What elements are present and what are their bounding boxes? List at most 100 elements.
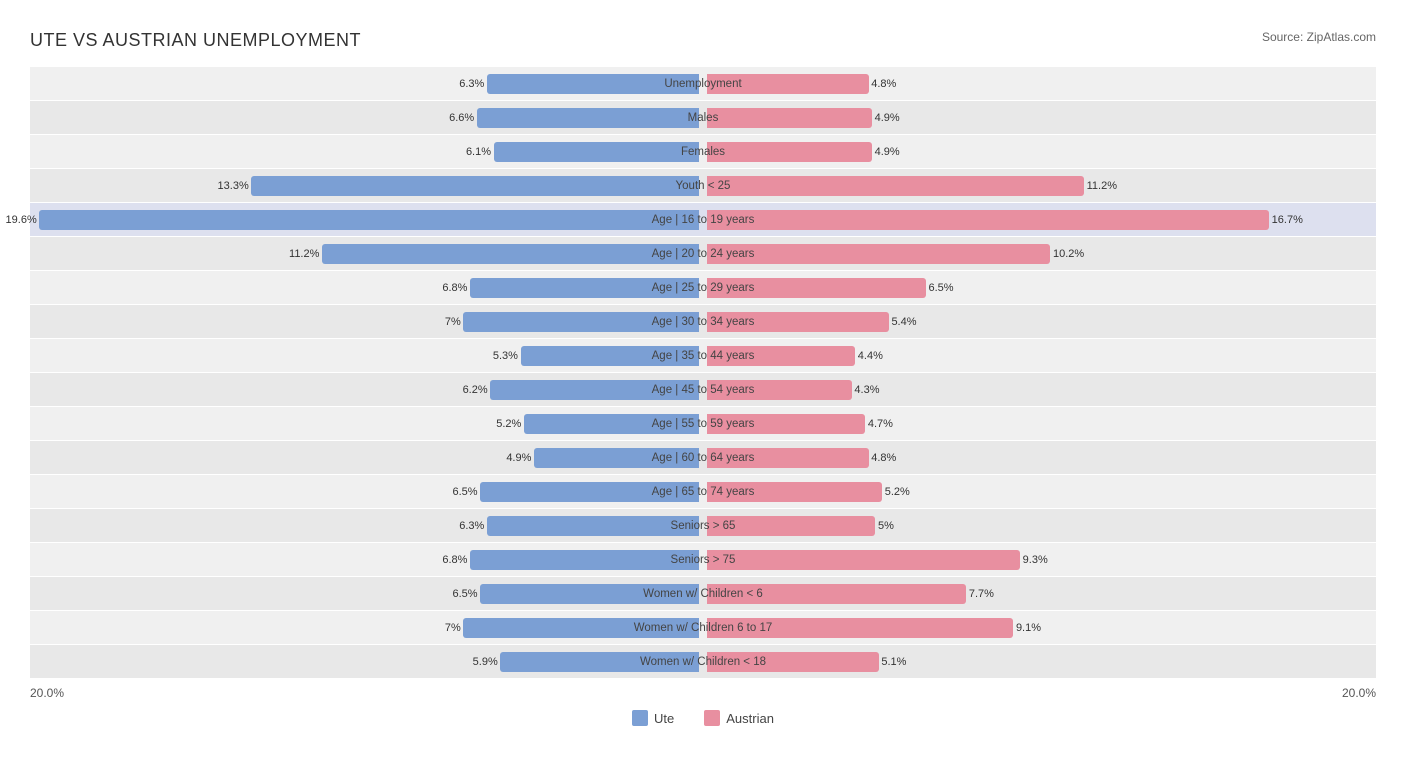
ute-bar xyxy=(477,108,699,128)
austrian-bar xyxy=(707,176,1084,196)
austrian-bar xyxy=(707,278,926,298)
austrian-bar xyxy=(707,652,879,672)
ute-value: 6.5% xyxy=(452,486,477,498)
ute-value: 4.9% xyxy=(506,452,531,464)
bar-right-half: 9.1% xyxy=(703,611,1376,644)
bar-right-half: 9.3% xyxy=(703,543,1376,576)
austrian-value: 10.2% xyxy=(1053,248,1084,260)
ute-bar xyxy=(487,516,699,536)
bar-right-half: 4.3% xyxy=(703,373,1376,406)
austrian-bar xyxy=(707,244,1050,264)
austrian-bar xyxy=(707,448,869,468)
chart-rows-wrapper: 6.3%4.8%Unemployment6.6%4.9%Males6.1%4.9… xyxy=(30,67,1376,678)
bar-row: 13.3%11.2%Youth < 25 xyxy=(30,169,1376,202)
ute-bar xyxy=(480,482,699,502)
ute-bar xyxy=(534,448,699,468)
austrian-value: 9.1% xyxy=(1016,622,1041,634)
chart-container: UTE VS AUSTRIAN UNEMPLOYMENT Source: Zip… xyxy=(30,20,1376,736)
austrian-bar xyxy=(707,516,875,536)
austrian-value: 4.8% xyxy=(871,78,896,90)
bar-right-half: 4.9% xyxy=(703,135,1376,168)
ute-value: 5.3% xyxy=(493,350,518,362)
bar-left-half: 6.2% xyxy=(30,373,703,406)
chart-source: Source: ZipAtlas.com xyxy=(1262,30,1376,44)
bar-row: 6.8%6.5%Age | 25 to 29 years xyxy=(30,271,1376,304)
ute-value: 11.2% xyxy=(289,248,319,260)
bar-left-half: 6.6% xyxy=(30,101,703,134)
bar-left-half: 5.9% xyxy=(30,645,703,678)
ute-bar xyxy=(487,74,699,94)
austrian-bar xyxy=(707,346,855,366)
ute-value: 6.2% xyxy=(463,384,488,396)
austrian-value: 4.3% xyxy=(854,384,879,396)
bar-row: 19.6%16.7%Age | 16 to 19 years xyxy=(30,203,1376,236)
austrian-bar xyxy=(707,584,966,604)
bar-left-half: 6.3% xyxy=(30,509,703,542)
bar-row: 7%9.1%Women w/ Children 6 to 17 xyxy=(30,611,1376,644)
bar-row: 6.5%7.7%Women w/ Children < 6 xyxy=(30,577,1376,610)
ute-value: 6.1% xyxy=(466,146,491,158)
bar-right-half: 4.8% xyxy=(703,441,1376,474)
bar-left-half: 6.8% xyxy=(30,543,703,576)
chart-header: UTE VS AUSTRIAN UNEMPLOYMENT Source: Zip… xyxy=(30,30,1376,51)
austrian-legend-label: Austrian xyxy=(726,711,774,726)
ute-value: 7% xyxy=(445,316,461,328)
bar-left-half: 5.3% xyxy=(30,339,703,372)
austrian-value: 4.4% xyxy=(858,350,883,362)
bar-left-half: 6.5% xyxy=(30,577,703,610)
austrian-value: 5.2% xyxy=(885,486,910,498)
austrian-value: 9.3% xyxy=(1023,554,1048,566)
austrian-bar xyxy=(707,550,1020,570)
bar-right-half: 6.5% xyxy=(703,271,1376,304)
ute-value: 6.8% xyxy=(442,554,467,566)
ute-value: 6.6% xyxy=(449,112,474,124)
bar-left-half: 6.3% xyxy=(30,67,703,100)
axis-row: 20.0% 20.0% xyxy=(30,686,1376,700)
austrian-value: 16.7% xyxy=(1272,214,1303,226)
axis-right: 20.0% xyxy=(1342,686,1376,700)
bar-right-half: 4.7% xyxy=(703,407,1376,440)
bar-right-half: 7.7% xyxy=(703,577,1376,610)
ute-bar xyxy=(480,584,699,604)
bar-right-half: 4.8% xyxy=(703,67,1376,100)
bar-right-half: 4.9% xyxy=(703,101,1376,134)
ute-bar xyxy=(490,380,699,400)
bar-row: 5.2%4.7%Age | 55 to 59 years xyxy=(30,407,1376,440)
bar-row: 5.9%5.1%Women w/ Children < 18 xyxy=(30,645,1376,678)
ute-bar xyxy=(470,550,699,570)
austrian-bar xyxy=(707,142,872,162)
bar-left-half: 7% xyxy=(30,611,703,644)
austrian-value: 4.8% xyxy=(871,452,896,464)
ute-bar xyxy=(463,312,699,332)
bar-left-half: 13.3% xyxy=(30,169,703,202)
bar-right-half: 11.2% xyxy=(703,169,1376,202)
ute-value: 6.3% xyxy=(459,520,484,532)
bar-left-half: 4.9% xyxy=(30,441,703,474)
bar-row: 6.3%4.8%Unemployment xyxy=(30,67,1376,100)
chart-title: UTE VS AUSTRIAN UNEMPLOYMENT xyxy=(30,30,361,51)
bar-row: 7%5.4%Age | 30 to 34 years xyxy=(30,305,1376,338)
ute-bar xyxy=(470,278,699,298)
austrian-value: 7.7% xyxy=(969,588,994,600)
bar-right-half: 5% xyxy=(703,509,1376,542)
legend-austrian: Austrian xyxy=(704,710,774,726)
ute-bar xyxy=(322,244,699,264)
axis-left: 20.0% xyxy=(30,686,64,700)
ute-bar xyxy=(521,346,699,366)
ute-value: 7% xyxy=(445,622,461,634)
ute-value: 6.3% xyxy=(459,78,484,90)
bar-right-half: 10.2% xyxy=(703,237,1376,270)
ute-legend-box xyxy=(632,710,648,726)
austrian-value: 5.4% xyxy=(891,316,916,328)
austrian-bar xyxy=(707,414,865,434)
bar-row: 5.3%4.4%Age | 35 to 44 years xyxy=(30,339,1376,372)
bar-left-half: 6.1% xyxy=(30,135,703,168)
bar-right-half: 4.4% xyxy=(703,339,1376,372)
austrian-bar xyxy=(707,108,872,128)
austrian-bar xyxy=(707,210,1269,230)
ute-bar xyxy=(251,176,699,196)
bar-right-half: 5.2% xyxy=(703,475,1376,508)
austrian-bar xyxy=(707,618,1013,638)
ute-bar xyxy=(524,414,699,434)
ute-bar xyxy=(494,142,699,162)
